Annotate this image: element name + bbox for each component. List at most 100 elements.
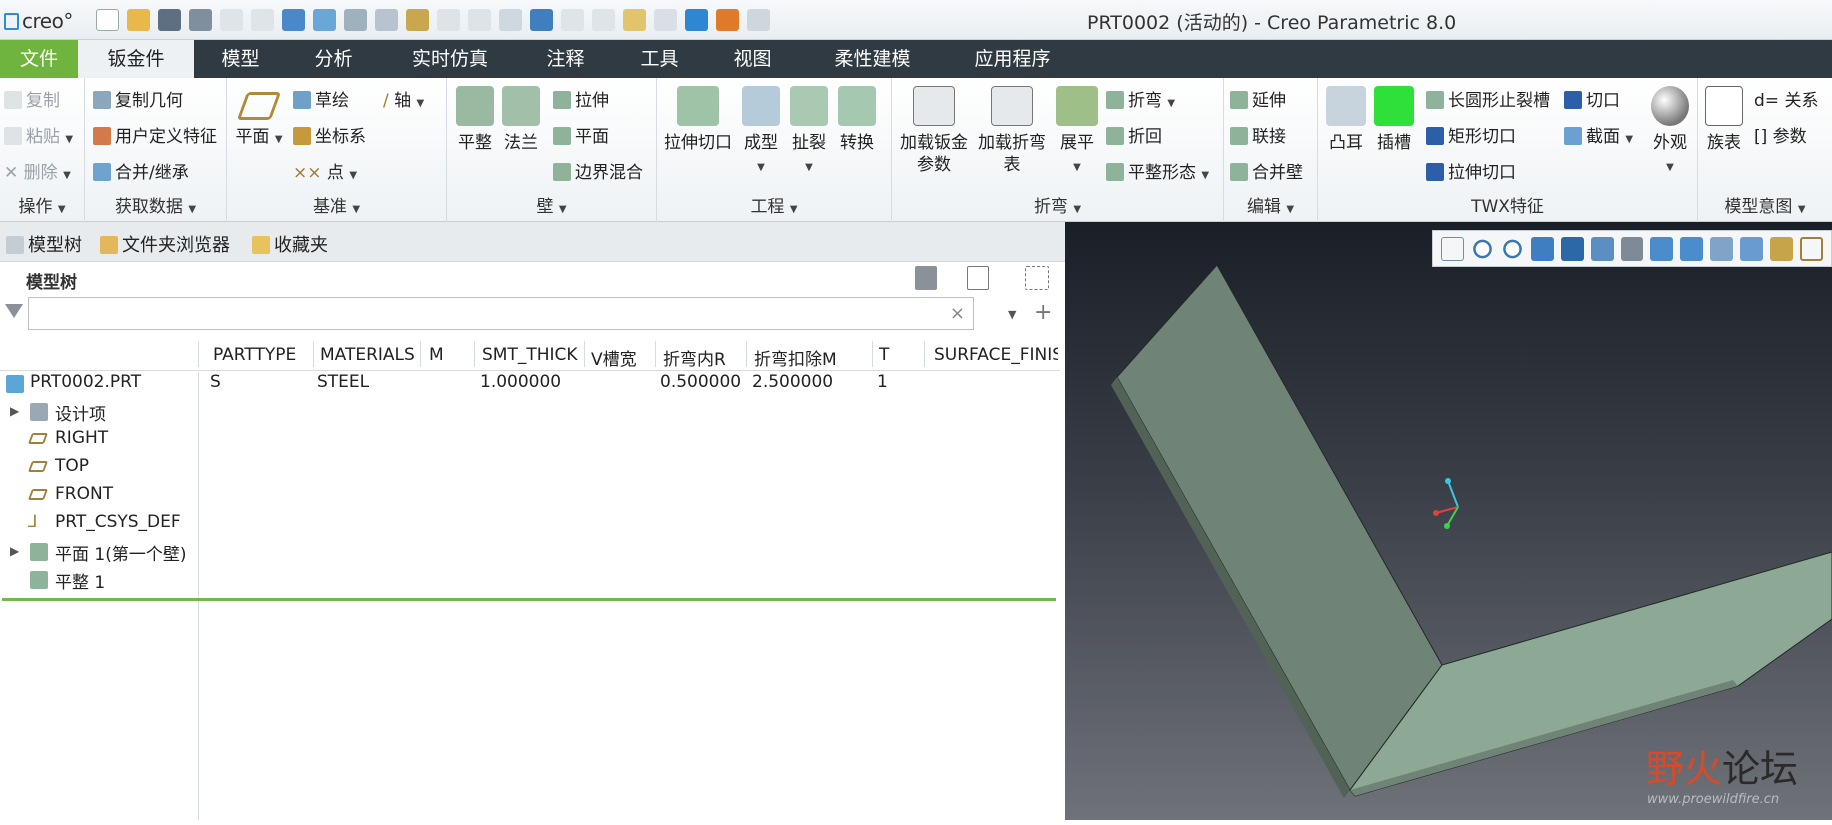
flat-wall-button[interactable]: 平整 <box>453 86 497 154</box>
extend-button[interactable]: 延伸 <box>1230 86 1286 111</box>
oblong-relief-button[interactable]: 长圆形止裂槽 <box>1426 86 1550 111</box>
paste-icon[interactable] <box>468 9 491 31</box>
col-parttype[interactable]: PARTTYPE <box>213 345 313 365</box>
form-button[interactable]: 成型 ▼ <box>739 86 783 179</box>
group-label-get-data[interactable]: 获取数据 ▼ <box>85 192 226 217</box>
insert-indicator[interactable] <box>2 598 1056 601</box>
param-icon[interactable] <box>375 9 398 31</box>
tree-row-design-items[interactable]: ▶ 设计项 <box>0 397 1060 425</box>
new-icon[interactable] <box>96 9 119 31</box>
boss-button[interactable]: 凸耳 <box>1324 86 1368 154</box>
display-style-icon[interactable] <box>1560 237 1584 261</box>
tree-row-planar-1[interactable]: ▶ 平面 1(第一个壁) <box>0 537 1060 565</box>
col-bend-radius[interactable]: 折弯内R <box>663 345 745 370</box>
merge-walls-button[interactable]: 合并壁 <box>1230 158 1303 183</box>
more-icon[interactable] <box>747 9 770 31</box>
rect-cut-button[interactable]: 矩形切口 <box>1426 122 1516 147</box>
tree-search-input[interactable]: × <box>28 297 974 330</box>
parameters-button[interactable]: [] 参数 <box>1754 122 1807 147</box>
rip-button[interactable]: 扯裂 ▼ <box>787 86 831 179</box>
model-icon[interactable] <box>685 9 708 31</box>
tab-favorites[interactable]: 收藏夹 <box>252 231 328 257</box>
sketch-button[interactable]: 草绘 <box>293 86 349 111</box>
convert-button[interactable]: 转换 <box>835 86 879 154</box>
tab-model[interactable]: 模型 <box>213 40 268 78</box>
expand-arrow-icon[interactable]: ▶ <box>10 544 19 558</box>
cut-button[interactable]: 切口 <box>1564 86 1620 111</box>
family-table-button[interactable]: 族表 <box>1702 86 1746 154</box>
bend-button[interactable]: 折弯 ▼ <box>1106 86 1175 111</box>
tab-applications[interactable]: 应用程序 <box>955 40 1070 78</box>
paste-button[interactable]: 粘贴 ▼ <box>4 122 73 147</box>
group-label-operations[interactable]: 操作 ▼ <box>0 192 84 217</box>
tree-row-right[interactable]: RIGHT <box>0 425 1060 453</box>
group-label-engineering[interactable]: 工程 ▼ <box>657 192 891 217</box>
tab-model-tree[interactable]: 模型树 <box>6 231 82 257</box>
tree-row-top[interactable]: TOP <box>0 453 1060 481</box>
boundary-blend-button[interactable]: 边界混合 <box>553 158 643 183</box>
twx-extrude-cut-button[interactable]: 拉伸切口 <box>1426 158 1516 183</box>
col-m[interactable]: M <box>429 345 474 365</box>
tab-tools[interactable]: 工具 <box>632 40 687 78</box>
load-sheetmetal-params-button[interactable]: 加载钣金参数 <box>896 86 972 176</box>
open-icon[interactable] <box>127 9 150 31</box>
zoom-in-icon[interactable] <box>1471 237 1494 261</box>
tab-file[interactable]: 文件 <box>0 40 78 78</box>
group-label-bends[interactable]: 折弯 ▼ <box>892 192 1223 217</box>
undo-icon[interactable] <box>220 9 243 31</box>
windows-icon[interactable] <box>313 9 336 31</box>
refresh-icon[interactable] <box>561 9 584 31</box>
point-button[interactable]: ×× 点 ▼ <box>293 158 357 183</box>
show-hide-icon[interactable] <box>1025 266 1049 290</box>
zoom-out-icon[interactable] <box>1500 237 1524 261</box>
sheetmetal-icon[interactable] <box>623 9 646 31</box>
csys-button[interactable]: 坐标系 <box>293 122 366 147</box>
tab-folder-browser[interactable]: 文件夹浏览器 <box>100 231 230 257</box>
slot-button[interactable]: 插槽 <box>1372 86 1416 154</box>
col-bend-deduction[interactable]: 折弯扣除M <box>754 345 869 370</box>
group-label-datum[interactable]: 基准 ▼ <box>227 192 446 217</box>
tab-view[interactable]: 视图 <box>725 40 780 78</box>
col-surface-finish[interactable]: SURFACE_FINIS <box>934 345 1058 365</box>
merge-inherit-button[interactable]: 合并/继承 <box>93 158 189 183</box>
flange-button[interactable]: 法兰 <box>499 86 543 154</box>
view-manager-icon[interactable] <box>1620 237 1644 261</box>
plane-display-icon[interactable] <box>1799 237 1824 261</box>
delete-button[interactable]: ✕ 删除 ▼ <box>4 158 71 183</box>
filter-icon[interactable] <box>5 304 23 318</box>
extrude-wall-button[interactable]: 拉伸 <box>553 86 609 111</box>
add-column-icon[interactable]: + <box>1034 300 1052 325</box>
tab-flexible[interactable]: 柔性建模 <box>825 40 920 78</box>
tree-columns-icon[interactable] <box>967 266 989 290</box>
drawing-icon[interactable] <box>654 9 677 31</box>
csys-display-icon[interactable] <box>1769 237 1793 261</box>
relations-button[interactable]: d= 关系 <box>1754 86 1818 111</box>
bend-back-button[interactable]: 折回 <box>1106 122 1162 147</box>
copy-button[interactable]: 复制 <box>4 86 60 111</box>
clear-search-icon[interactable]: × <box>950 303 965 324</box>
tree-row-csys[interactable]: ⅃ PRT_CSYS_DEF <box>0 509 1060 537</box>
col-smt-thick[interactable]: SMT_THICK <box>482 345 582 365</box>
feature-icon[interactable] <box>499 9 522 31</box>
col-materials[interactable]: MATERIALS <box>320 345 420 365</box>
extrude-cut-button[interactable]: 拉伸切口 <box>663 86 733 154</box>
tab-analysis[interactable]: 分析 <box>306 40 361 78</box>
expand-arrow-icon[interactable]: ▶ <box>10 404 19 418</box>
copy-geometry-button[interactable]: 复制几何 <box>93 86 183 111</box>
search-dropdown-icon[interactable]: ▼ <box>1008 308 1016 321</box>
redo-icon[interactable] <box>251 9 274 31</box>
tab-sheetmetal[interactable]: 钣金件 <box>78 40 194 78</box>
datum-plane-button[interactable]: 平面 ▼ <box>235 86 283 151</box>
relations-icon[interactable] <box>406 9 429 31</box>
copy-icon[interactable] <box>437 9 460 31</box>
close-icon[interactable] <box>592 9 615 31</box>
tree-row-flat-1[interactable]: 平整 1 <box>0 565 1060 593</box>
perspective-icon[interactable] <box>1650 237 1674 261</box>
repaint-icon[interactable] <box>1530 237 1554 261</box>
tab-annotate[interactable]: 注释 <box>538 40 593 78</box>
unbend-button[interactable]: 展平 ▼ <box>1052 86 1102 179</box>
join-button[interactable]: 联接 <box>1230 122 1286 147</box>
saved-views-icon[interactable] <box>1590 237 1614 261</box>
udf-button[interactable]: 用户定义特征 <box>93 122 217 147</box>
save-as-icon[interactable] <box>189 9 212 31</box>
